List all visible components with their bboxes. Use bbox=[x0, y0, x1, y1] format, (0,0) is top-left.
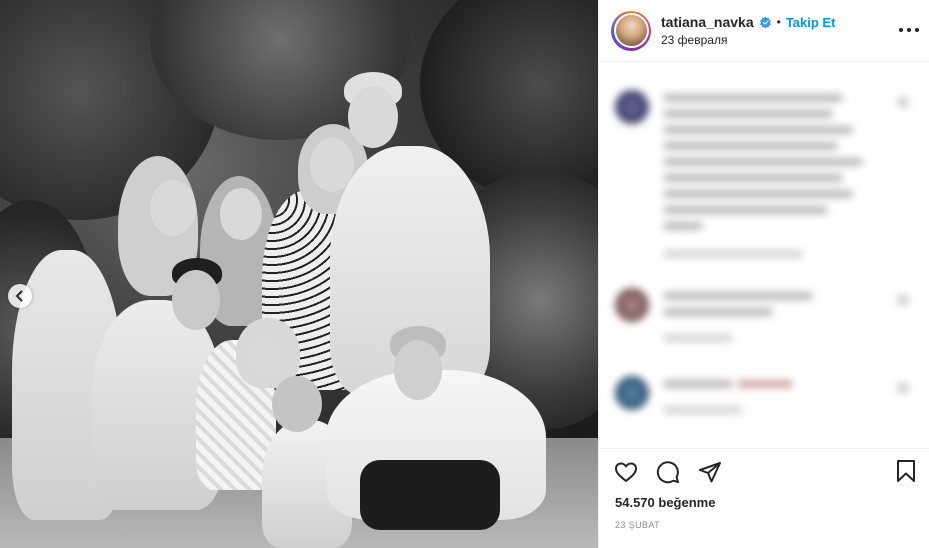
more-options-icon bbox=[907, 28, 911, 32]
more-options-button[interactable] bbox=[899, 22, 919, 38]
comment-avatar bbox=[615, 376, 649, 410]
comment-text-line bbox=[663, 206, 828, 214]
action-icons bbox=[613, 459, 723, 485]
more-options-icon bbox=[915, 28, 919, 32]
person-figure bbox=[360, 460, 500, 530]
comment-text-line bbox=[663, 94, 843, 102]
comment-avatar bbox=[615, 288, 649, 322]
post-photo[interactable] bbox=[0, 0, 598, 548]
heart-icon bbox=[615, 462, 637, 482]
comment-text-line bbox=[737, 380, 793, 388]
person-head bbox=[348, 86, 398, 148]
carousel-prev-button[interactable] bbox=[8, 284, 32, 308]
comment-item bbox=[615, 288, 915, 358]
comment-text-line bbox=[663, 190, 853, 198]
comment-button[interactable] bbox=[655, 459, 681, 485]
comments-section bbox=[599, 62, 929, 448]
comment-text-line bbox=[663, 292, 813, 300]
header-posted-date: 23 февраля bbox=[661, 33, 728, 47]
person-head bbox=[150, 180, 196, 236]
comment-meta-line bbox=[663, 334, 733, 342]
comment-like-icon bbox=[897, 96, 909, 108]
header-line: tatiana_navka • Takip Et bbox=[661, 14, 835, 30]
post-side-panel: tatiana_navka • Takip Et 23 февраля 54.5… bbox=[598, 0, 929, 548]
separator-dot: • bbox=[776, 15, 781, 29]
comment-text-line bbox=[663, 222, 703, 230]
avatar-frame bbox=[613, 13, 649, 48]
person-head bbox=[272, 376, 322, 432]
header-text: tatiana_navka • Takip Et 23 февраля bbox=[661, 14, 835, 47]
profile-avatar[interactable] bbox=[611, 10, 651, 51]
comment-text-line bbox=[663, 158, 863, 166]
more-options-icon bbox=[899, 28, 903, 32]
comment-text-line bbox=[663, 110, 833, 118]
comment-like-icon bbox=[897, 382, 909, 394]
comment-text-line bbox=[663, 380, 733, 388]
person-head bbox=[394, 340, 442, 400]
comment-item bbox=[615, 376, 915, 436]
like-button[interactable] bbox=[613, 459, 639, 485]
avatar-image bbox=[615, 15, 647, 46]
post-actions: 54.570 beğenme 23 ŞUBAT bbox=[599, 448, 929, 548]
username-link[interactable]: tatiana_navka bbox=[661, 14, 754, 30]
person-head bbox=[172, 270, 220, 330]
comment-icon bbox=[656, 461, 679, 484]
comment-avatar bbox=[615, 90, 649, 124]
follow-button[interactable]: Takip Et bbox=[786, 15, 836, 30]
share-icon bbox=[699, 462, 721, 483]
post-date[interactable]: 23 ŞUBAT bbox=[615, 520, 660, 530]
verified-badge-icon bbox=[759, 16, 771, 28]
person-head bbox=[246, 334, 284, 380]
comment-like-icon bbox=[897, 294, 909, 306]
bookmark-icon bbox=[897, 460, 915, 482]
comment-text-line bbox=[663, 174, 843, 182]
save-button[interactable] bbox=[894, 459, 920, 485]
comment-meta-line bbox=[663, 250, 803, 258]
comment-meta-line bbox=[663, 406, 743, 414]
person-head bbox=[220, 188, 262, 240]
comment-text-line bbox=[663, 126, 853, 134]
post-header: tatiana_navka • Takip Et 23 февраля bbox=[599, 0, 929, 62]
chevron-left-icon bbox=[15, 290, 23, 302]
comment-text-line bbox=[663, 142, 838, 150]
comment-item bbox=[615, 90, 915, 270]
share-button[interactable] bbox=[697, 459, 723, 485]
likes-count[interactable]: 54.570 beğenme bbox=[615, 495, 715, 510]
comment-text-line bbox=[663, 308, 773, 316]
